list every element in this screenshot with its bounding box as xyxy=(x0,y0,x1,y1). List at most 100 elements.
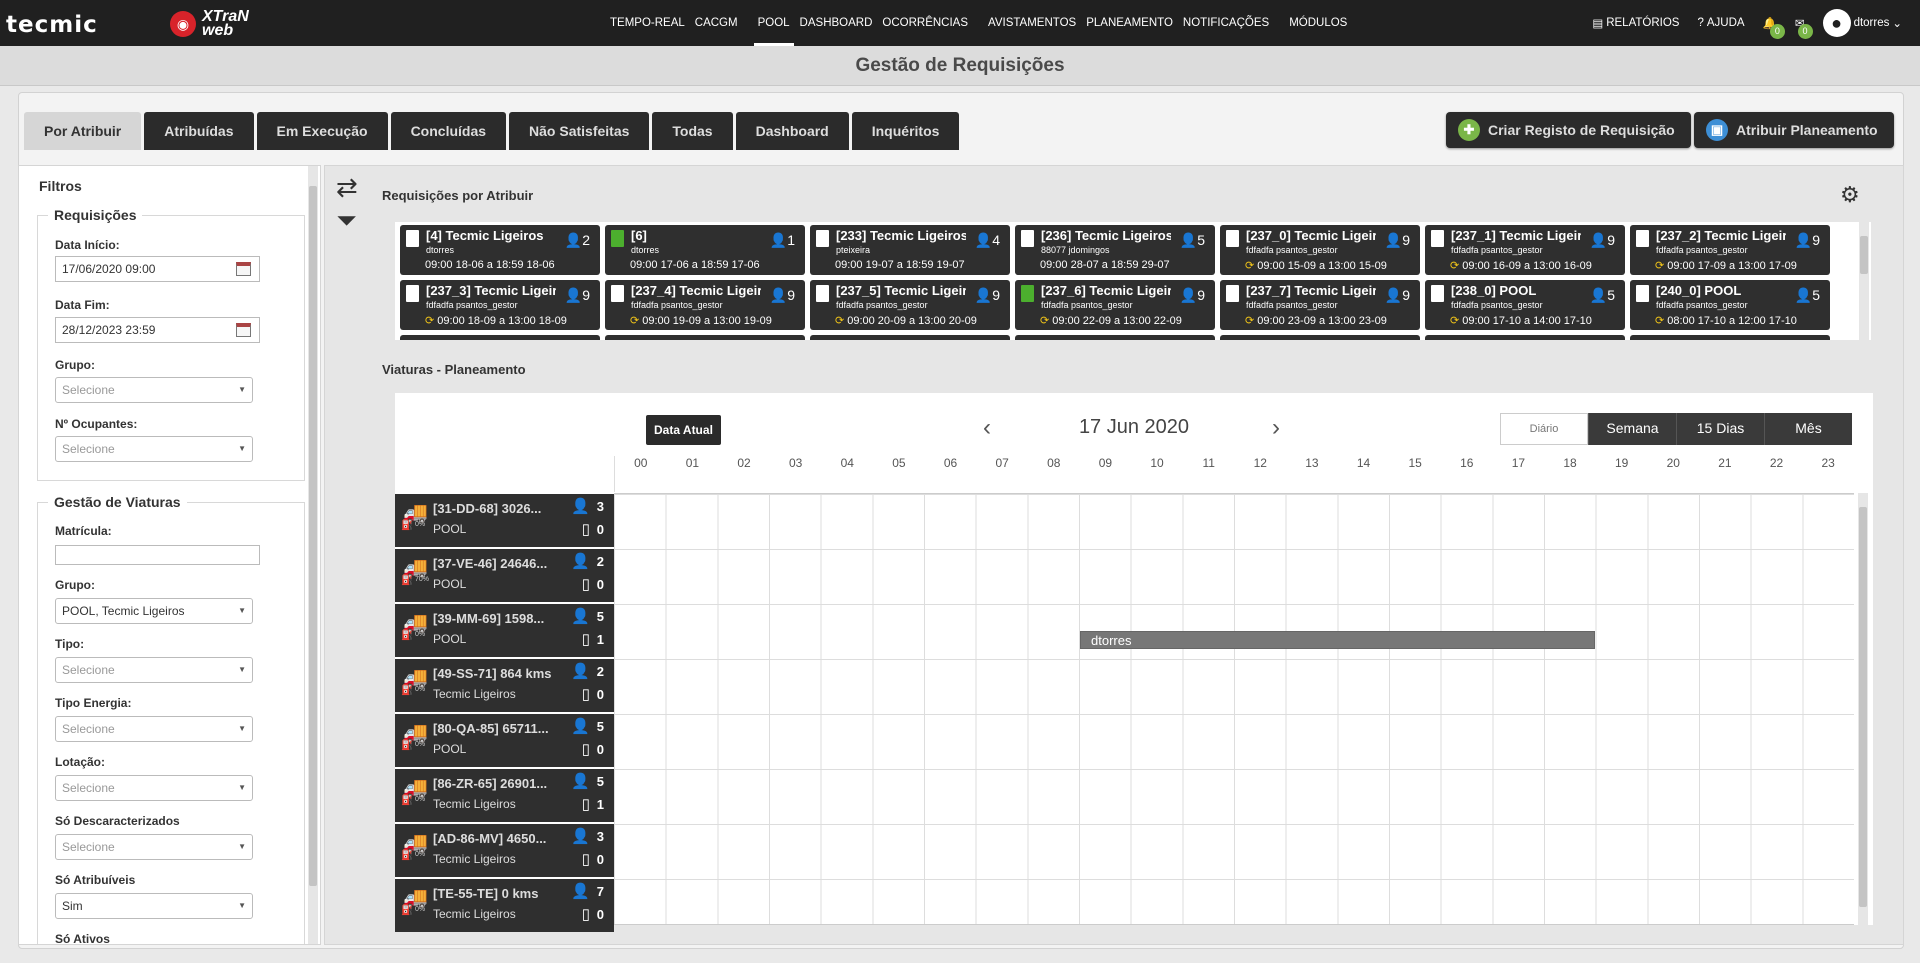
request-card[interactable]: [237_7] Tecmic Ligeiros fdfadfa psantos_g… xyxy=(1220,280,1420,330)
capacity-select[interactable]: Selecione ▼ xyxy=(55,775,253,801)
calendar-icon[interactable] xyxy=(236,262,251,276)
request-card[interactable]: [233] Tecmic Ligeiros pteixeira 09:00 19-0… xyxy=(810,225,1010,275)
help-link[interactable]: ? AJUDA xyxy=(1697,17,1744,29)
fuel-icon: ⛽ xyxy=(401,520,414,531)
create-request-button[interactable]: ✚ Criar Registo de Requisição xyxy=(1446,112,1691,148)
request-card[interactable]: [237_3] Tecmic Ligeiros fdfadfa psantos_g… xyxy=(400,280,600,330)
next-arrow-icon[interactable]: › xyxy=(1272,414,1280,442)
nav-item-avistamentos[interactable]: AVISTAMENTOS xyxy=(984,0,1080,46)
hour-label: 07 xyxy=(995,456,1009,470)
requests-scroll-thumb[interactable] xyxy=(1860,236,1868,274)
request-card[interactable]: [237_6] Tecmic Ligeiros fdfadfa psantos_g… xyxy=(1015,280,1215,330)
request-card[interactable] xyxy=(1630,335,1830,340)
tab-7[interactable]: Inquéritos xyxy=(851,112,960,150)
tab-3[interactable]: Concluídas xyxy=(390,112,507,150)
end-date-input[interactable]: 28/12/2023 23:59 xyxy=(55,317,260,343)
vehicle-row[interactable]: 🚚 [31-DD-68] 3026... POOL ⛽ 0% 👤 3 ▯ 0 xyxy=(395,494,614,547)
messages-button[interactable]: ✉ 0 xyxy=(1795,16,1813,39)
swap-icon[interactable]: ⇄ xyxy=(336,172,358,203)
tecmic-logo[interactable]: tecmic xyxy=(6,12,98,38)
planning-grid[interactable] xyxy=(614,493,1854,925)
request-card[interactable] xyxy=(1220,335,1420,340)
tab-4[interactable]: Não Satisfeitas xyxy=(509,112,650,150)
request-card[interactable]: [237_1] Tecmic Ligeiros fdfadfa psantos_g… xyxy=(1425,225,1625,275)
request-card[interactable]: [240_0] POOL fdfadfa psantos_gestor ⟳ 08:00… xyxy=(1630,280,1830,330)
tab-5[interactable]: Todas xyxy=(652,112,733,150)
view-3[interactable]: Mês xyxy=(1764,413,1852,445)
request-card[interactable]: [236] Tecmic Ligeiros 88077 jdomingos 09:0… xyxy=(1015,225,1215,275)
request-card[interactable]: [237_5] Tecmic Ligeiros fdfadfa psantos_g… xyxy=(810,280,1010,330)
request-people-count: 5 xyxy=(1607,287,1615,303)
settings-gears-icon[interactable]: ⚙ xyxy=(1840,182,1860,208)
filters-scroll-thumb[interactable] xyxy=(309,186,317,886)
vehicle-row[interactable]: 🚚 [49-SS-71] 864 kms Tecmic Ligeiros ⛽ 0% 👤 2 ▯… xyxy=(395,659,614,712)
request-card[interactable] xyxy=(605,335,805,340)
requests-scrollbar[interactable] xyxy=(1859,222,1869,340)
planning-event[interactable]: dtorres xyxy=(1080,631,1595,649)
vehicle-row[interactable]: 🚚 [39-MM-69] 1598... POOL ⛽ 0% 👤 5 ▯ 1 xyxy=(395,604,614,657)
request-card[interactable]: [237_2] Tecmic Ligeiros fdfadfa psantos_g… xyxy=(1630,225,1830,275)
assign-planning-button[interactable]: ▣ Atribuir Planeamento xyxy=(1694,112,1894,148)
filter-icon[interactable]: ⏷ xyxy=(336,205,358,237)
today-button[interactable]: Data Atual xyxy=(646,415,721,445)
uncharacterized-select[interactable]: Selecione ▼ xyxy=(55,834,253,860)
vehicle-row[interactable]: 🚚 [37-VE-46] 24646... POOL ⛽ 70% 👤 2 ▯ 0 xyxy=(395,549,614,602)
request-card[interactable] xyxy=(1425,335,1625,340)
occupants-select[interactable]: Selecione ▼ xyxy=(55,436,253,462)
vehicle-row[interactable]: 🚚 [86-ZR-65] 26901... Tecmic Ligeiros ⛽ 0% 👤 5… xyxy=(395,769,614,822)
request-requester: fdfadfa psantos_gestor xyxy=(1451,300,1543,310)
calendar-icon[interactable] xyxy=(236,323,251,337)
nav-item-dashboard[interactable]: DASHBOARD xyxy=(796,0,877,46)
request-people: 👤4 xyxy=(975,232,1000,249)
request-dates-text: 09:00 20-09 a 13:00 20-09 xyxy=(847,315,977,327)
assignable-value: Sim xyxy=(62,899,83,913)
recurring-icon: ⟳ xyxy=(1245,260,1255,272)
type-select[interactable]: Selecione ▼ xyxy=(55,657,253,683)
vehicle-row[interactable]: 🚚 [TE-55-TE] 0 kms Tecmic Ligeiros ⛽ 0% 👤 7 ▯ 0 xyxy=(395,879,614,932)
request-card[interactable] xyxy=(400,335,600,340)
vehicle-group-select[interactable]: POOL, Tecmic Ligeiros ▼ xyxy=(55,598,253,624)
request-title: [237_5] Tecmic Ligeiros xyxy=(836,283,966,298)
tab-1[interactable]: Atribuídas xyxy=(144,112,254,150)
user-dropdown[interactable]: ● dtorres ⌄ xyxy=(1822,9,1902,37)
start-date-input[interactable]: 17/06/2020 09:00 xyxy=(55,256,260,282)
request-card[interactable]: [238_0] POOL fdfadfa psantos_gestor ⟳ 09:00… xyxy=(1425,280,1625,330)
previous-arrow-icon[interactable]: ‹ xyxy=(983,414,991,442)
person-icon: 👤 xyxy=(564,287,583,303)
request-group-select[interactable]: Selecione ▼ xyxy=(55,377,253,403)
filters-scrollbar[interactable] xyxy=(308,166,318,944)
nav-item-tempo-real[interactable]: TEMPO-REAL xyxy=(606,0,689,46)
plate-input[interactable] xyxy=(55,545,260,565)
tab-2[interactable]: Em Execução xyxy=(256,112,388,150)
assignable-select[interactable]: Sim ▼ xyxy=(55,893,253,919)
tab-6[interactable]: Dashboard xyxy=(735,112,849,150)
planning-scroll-thumb[interactable] xyxy=(1859,507,1867,907)
nav-item-módulos[interactable]: MÓDULOS xyxy=(1285,0,1351,46)
view-1[interactable]: Semana xyxy=(1588,413,1676,445)
request-card[interactable] xyxy=(810,335,1010,340)
nav-item-notificações[interactable]: NOTIFICAÇÕES xyxy=(1179,0,1273,46)
nav-item-planeamento[interactable]: PLANEAMENTO xyxy=(1082,0,1177,46)
fuel-percent: 70% xyxy=(415,576,430,583)
xtranweb-logo[interactable]: ◉ XTraN web xyxy=(170,9,249,39)
energy-select[interactable]: Selecione ▼ xyxy=(55,716,253,742)
request-card[interactable]: [4] Tecmic Ligeiros dtorres 09:00 18-06 a … xyxy=(400,225,600,275)
request-card[interactable]: [6] dtorres 09:00 17-06 a 18:59 17-06 👤1 xyxy=(605,225,805,275)
planning-scrollbar[interactable] xyxy=(1858,493,1868,925)
notifications-bell[interactable]: 🔔 0 xyxy=(1763,16,1785,39)
view-2[interactable]: 15 Dias xyxy=(1676,413,1764,445)
nav-item-pool[interactable]: POOL xyxy=(753,0,794,46)
reports-link[interactable]: ▤ RELATÓRIOS xyxy=(1592,16,1679,30)
request-card[interactable]: [237_0] Tecmic Ligeiros fdfadfa psantos_g… xyxy=(1220,225,1420,275)
end-date-value: 28/12/2023 23:59 xyxy=(62,323,156,337)
vehicle-row[interactable]: 🚚 [AD-86-MV] 4650... Tecmic Ligeiros ⛽ 0% 👤 3 ▯… xyxy=(395,824,614,877)
person-icon: 👤 xyxy=(571,498,590,515)
request-card[interactable]: [237_4] Tecmic Ligeiros fdfadfa psantos_g… xyxy=(605,280,805,330)
person-icon: 👤 xyxy=(1589,287,1608,303)
nav-item-ocorrências[interactable]: OCORRÊNCIAS xyxy=(878,0,972,46)
request-card[interactable] xyxy=(1015,335,1215,340)
view-0[interactable]: Diário xyxy=(1500,413,1588,445)
nav-item-cacgm[interactable]: CACGM xyxy=(691,0,742,46)
tab-0[interactable]: Por Atribuir xyxy=(24,112,142,150)
vehicle-row[interactable]: 🚚 [80-QA-85] 65711... POOL ⛽ 0% 👤 5 ▯ 0 xyxy=(395,714,614,767)
